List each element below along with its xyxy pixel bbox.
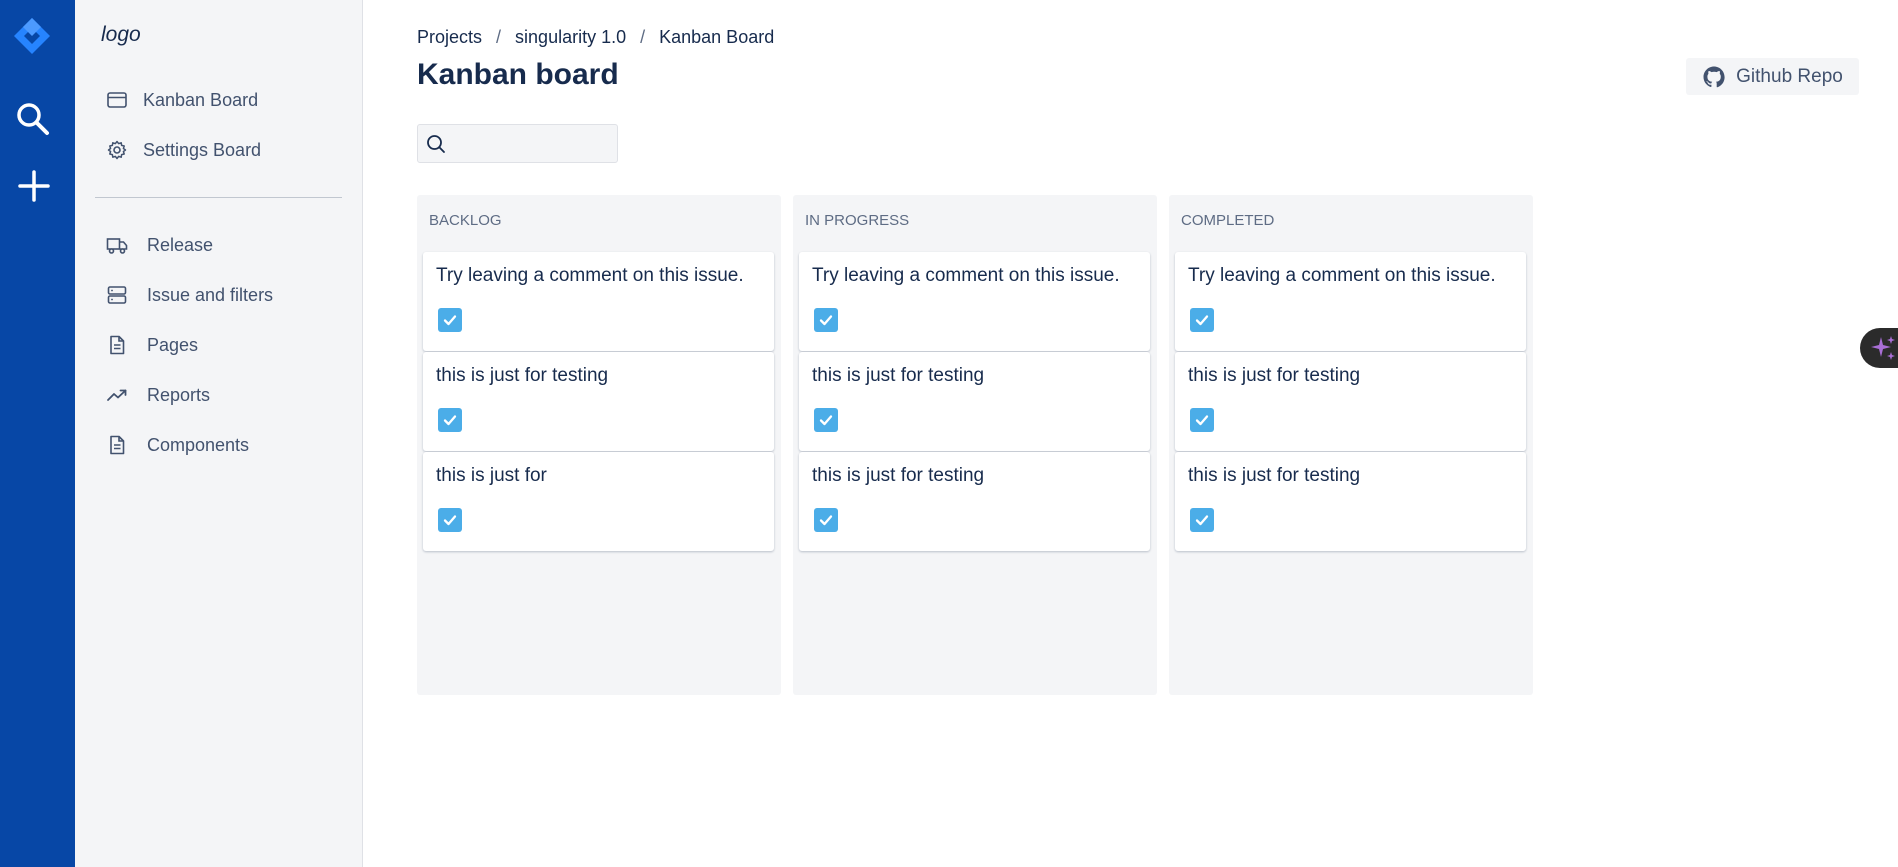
task-type-icon bbox=[814, 308, 838, 332]
gear-icon bbox=[105, 138, 129, 162]
sidebar-divider bbox=[95, 197, 342, 198]
column-title: IN PROGRESS bbox=[805, 212, 910, 229]
breadcrumb-current: Kanban Board bbox=[659, 27, 775, 47]
trending-up-icon bbox=[105, 383, 129, 407]
issue-title: Try leaving a comment on this issue. bbox=[436, 265, 744, 286]
page-title: Kanban board bbox=[417, 58, 619, 91]
sidebar-item-label: Settings Board bbox=[143, 139, 262, 160]
sidebar-item-issue-and-filters[interactable]: Issue and filters bbox=[95, 275, 345, 315]
issue-title: this is just for testing bbox=[812, 365, 985, 386]
github-icon bbox=[1703, 66, 1725, 87]
ai-assistant-button[interactable] bbox=[1860, 328, 1898, 368]
task-type-icon bbox=[1190, 308, 1214, 332]
sparkle-icon bbox=[1871, 336, 1895, 360]
board-search[interactable] bbox=[417, 124, 618, 163]
board-column-completed: COMPLETED Try leaving a comment on this … bbox=[1169, 195, 1533, 695]
sidebar-item-label: Issue and filters bbox=[147, 284, 274, 305]
sidebar-item-label: Components bbox=[147, 434, 250, 455]
document-icon bbox=[105, 433, 129, 457]
github-repo-button[interactable]: Github Repo bbox=[1686, 58, 1859, 95]
task-type-icon bbox=[814, 508, 838, 532]
breadcrumb: Projects / singularity 1.0 / Kanban Boar… bbox=[417, 27, 774, 48]
sidebar-item-reports[interactable]: Reports bbox=[95, 375, 345, 415]
sidebar-item-settings-board[interactable]: Settings Board bbox=[95, 130, 345, 170]
task-type-icon bbox=[1190, 508, 1214, 532]
board-icon bbox=[105, 88, 129, 112]
board-column-backlog: BACKLOG Try leaving a comment on this is… bbox=[417, 195, 781, 695]
task-type-icon bbox=[438, 408, 462, 432]
plus-icon[interactable] bbox=[16, 168, 52, 204]
sidebar-item-label: Reports bbox=[147, 384, 211, 405]
sidebar-item-components[interactable]: Components bbox=[95, 425, 345, 465]
issue-title: this is just for testing bbox=[1188, 465, 1361, 486]
search-icon[interactable] bbox=[14, 100, 52, 138]
task-type-icon bbox=[438, 508, 462, 532]
board-column-in-progress: IN PROGRESS Try leaving a comment on thi… bbox=[793, 195, 1157, 695]
document-icon bbox=[105, 333, 129, 357]
search-icon bbox=[427, 135, 445, 153]
issue-title: Try leaving a comment on this issue. bbox=[812, 265, 1120, 286]
sidebar-logo: logo bbox=[101, 23, 141, 46]
sidebar-item-pages[interactable]: Pages bbox=[95, 325, 345, 365]
issue-card[interactable]: this is just for testing bbox=[799, 452, 1150, 551]
breadcrumb-project[interactable]: singularity 1.0 bbox=[515, 27, 626, 48]
sidebar-item-label: Pages bbox=[147, 334, 199, 355]
issue-title: this is just for testing bbox=[1188, 365, 1361, 386]
issue-title: this is just for testing bbox=[436, 365, 609, 386]
server-icon bbox=[105, 283, 129, 307]
breadcrumb-projects[interactable]: Projects bbox=[417, 27, 482, 48]
task-type-icon bbox=[814, 408, 838, 432]
issue-card[interactable]: this is just for testing bbox=[799, 352, 1150, 451]
sidebar-item-label: Release bbox=[147, 234, 214, 255]
issue-card[interactable]: this is just for testing bbox=[423, 352, 774, 451]
project-sidebar: logo Kanban Board Settings Board Release… bbox=[75, 0, 363, 867]
issue-title: this is just for testing bbox=[812, 465, 985, 486]
task-type-icon bbox=[438, 308, 462, 332]
issue-card[interactable]: Try leaving a comment on this issue. bbox=[1175, 252, 1526, 351]
issue-card[interactable]: this is just for testing bbox=[1175, 352, 1526, 451]
github-repo-label: Github Repo bbox=[1736, 65, 1843, 87]
issue-card[interactable]: this is just for bbox=[423, 452, 774, 551]
sidebar-item-label: Kanban Board bbox=[143, 89, 259, 110]
breadcrumb-separator: / bbox=[496, 27, 502, 47]
issue-title: Try leaving a comment on this issue. bbox=[1188, 265, 1496, 286]
issue-card[interactable]: this is just for testing bbox=[1175, 452, 1526, 551]
truck-icon bbox=[105, 233, 129, 257]
sidebar-item-release[interactable]: Release bbox=[95, 225, 345, 265]
column-title: COMPLETED bbox=[1181, 212, 1275, 229]
jira-logo-icon[interactable] bbox=[12, 16, 52, 56]
column-title: BACKLOG bbox=[429, 212, 502, 229]
breadcrumb-separator: / bbox=[640, 27, 646, 47]
issue-title: this is just for bbox=[436, 465, 547, 486]
navbar bbox=[0, 0, 75, 867]
search-input[interactable] bbox=[452, 125, 612, 162]
issue-card[interactable]: Try leaving a comment on this issue. bbox=[423, 252, 774, 351]
task-type-icon bbox=[1190, 408, 1214, 432]
issue-card[interactable]: Try leaving a comment on this issue. bbox=[799, 252, 1150, 351]
sidebar-item-kanban-board[interactable]: Kanban Board bbox=[95, 80, 345, 120]
